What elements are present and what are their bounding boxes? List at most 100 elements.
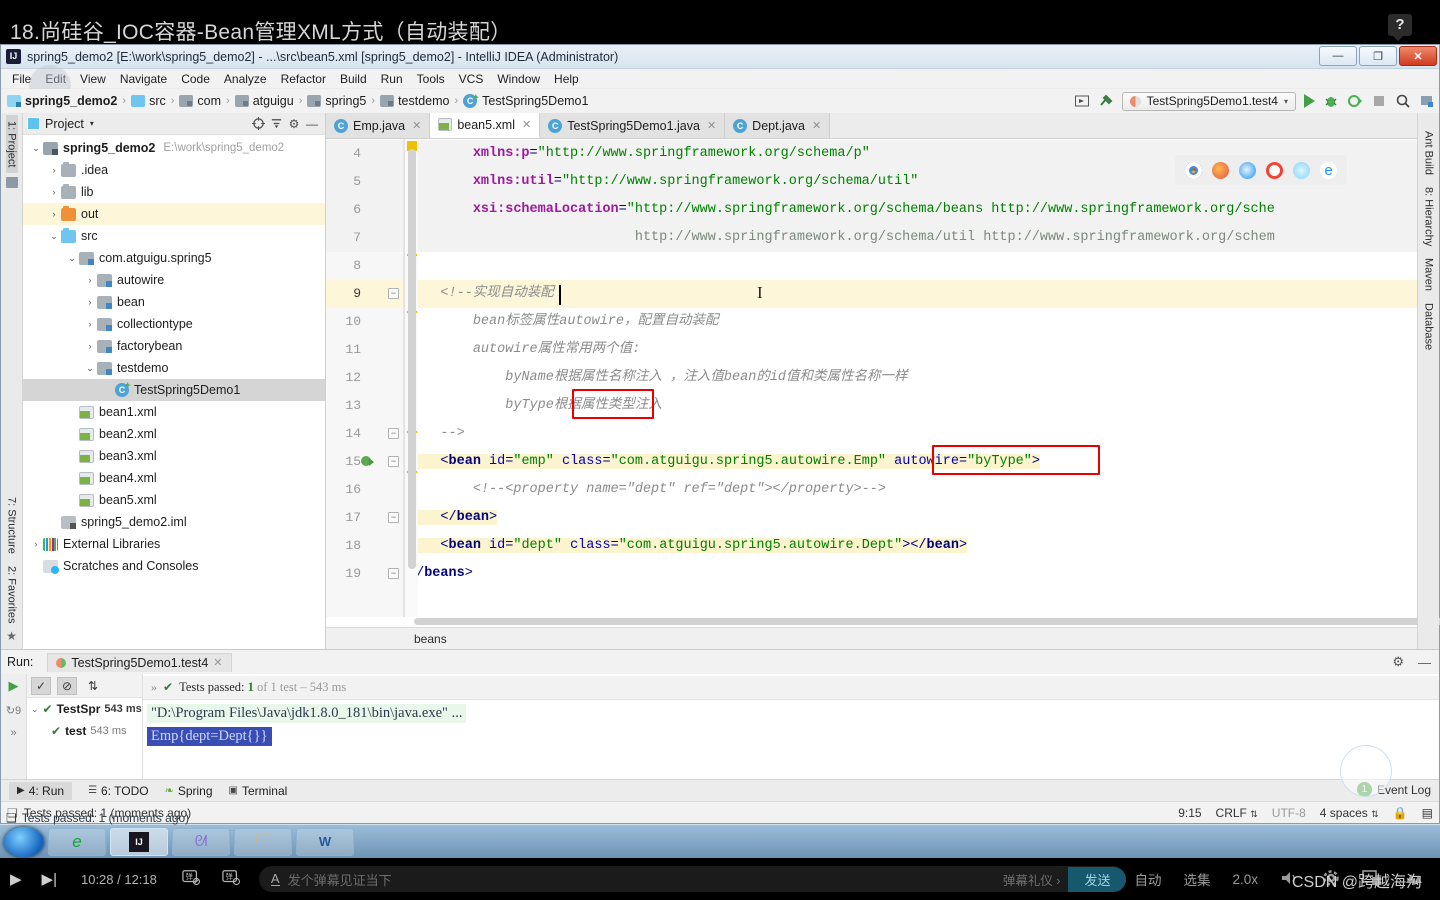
editor-breadcrumb[interactable]: beans [326, 627, 1417, 649]
breadcrumb-atguigu[interactable]: atguigu [234, 94, 294, 108]
tree-node-external-libraries[interactable]: › External Libraries [23, 533, 325, 555]
danmaku-settings-icon[interactable]: 弹 [211, 868, 251, 890]
close-icon[interactable]: ✕ [522, 118, 531, 131]
chevron-down-icon[interactable]: ▾ [90, 119, 94, 128]
collapse-arrow-icon[interactable]: › [47, 209, 61, 219]
danmaku-off-icon[interactable]: 弹 [171, 868, 211, 890]
breadcrumb-testdemo[interactable]: testdemo [380, 94, 449, 108]
close-icon[interactable]: ✕ [812, 119, 821, 132]
menu-run[interactable]: Run [374, 71, 410, 87]
tree-node-src[interactable]: ⌄ src [23, 225, 325, 247]
sort-alphabetically-icon[interactable]: ⇅ [83, 677, 103, 695]
font-style-icon[interactable]: A [270, 872, 280, 886]
more-icon[interactable]: » [151, 680, 157, 695]
code-fold-toggle[interactable]: − [388, 428, 399, 439]
tree-node-autowire[interactable]: › autowire [23, 269, 325, 291]
tab-todo[interactable]: ☰ 6: TODO [88, 784, 149, 798]
menu-build[interactable]: Build [333, 71, 374, 87]
menu-view[interactable]: View [73, 71, 113, 87]
sidebar-item-maven[interactable]: Maven [1423, 252, 1435, 297]
menu-tools[interactable]: Tools [410, 71, 452, 87]
tree-node-testdemo[interactable]: ⌄ testdemo [23, 357, 325, 379]
collapse-arrow-icon[interactable]: › [47, 187, 61, 197]
browser-launcher-popup[interactable]: e [1175, 155, 1347, 185]
menu-window[interactable]: Window [490, 71, 547, 87]
close-icon[interactable]: ✕ [412, 119, 421, 132]
ie-icon[interactable]: e [1320, 161, 1337, 179]
play-pause-button[interactable]: ▶ [0, 870, 32, 888]
collapse-arrow-icon[interactable]: › [83, 341, 97, 351]
sidebar-item-structure[interactable]: 7: Structure [6, 491, 18, 560]
taskbar-word-button[interactable]: W [296, 827, 354, 856]
more-actions-icon[interactable]: » [10, 727, 16, 739]
maximize-button[interactable]: ❐ [1359, 46, 1397, 66]
taskbar-intellij-button[interactable]: IJ [110, 827, 168, 856]
close-button[interactable]: ✕ [1399, 46, 1437, 66]
tree-node-lib[interactable]: › lib [23, 181, 325, 203]
collapse-all-icon[interactable] [267, 116, 285, 132]
collapse-arrow-icon[interactable]: › [83, 297, 97, 307]
next-episode-button[interactable]: ▶| [32, 870, 67, 888]
line-separator[interactable]: CRLF ⇅ [1216, 806, 1258, 820]
test-results-tree[interactable]: ✓ ⊘ ⇅ ⌄ ✔ TestSpr 543 ms ✔ test 543 ms [27, 674, 143, 779]
hide-ignored-toggle[interactable]: ⊘ [57, 676, 77, 695]
tree-node--idea[interactable]: › .idea [23, 159, 325, 181]
tree-node-com-atguigu-spring5[interactable]: ⌄ com.atguigu.spring5 [23, 247, 325, 269]
run-configuration-selector[interactable]: TestSpring5Demo1.test4 ▾ [1121, 91, 1296, 111]
menu-refactor[interactable]: Refactor [274, 71, 333, 87]
breadcrumb-com[interactable]: com [179, 94, 221, 108]
code-content[interactable]: xmlns:p="http://www.springframework.org/… [404, 139, 1417, 617]
test-tree-row[interactable]: ✔ test 543 ms [27, 720, 142, 742]
tree-node-bean4-xml[interactable]: bean4.xml [23, 467, 325, 489]
danmaku-etiquette-link[interactable]: 弹幕礼仪 › [1003, 870, 1061, 889]
error-stripe-gutter[interactable] [404, 139, 418, 617]
chevron-down-icon[interactable]: ⌄ [31, 704, 39, 715]
tab-spring[interactable]: ❧ Spring [165, 784, 213, 798]
run-console[interactable]: » ✔ Tests passed: 1 of 1 test – 543 ms "… [143, 674, 1439, 779]
tree-node-collectiontype[interactable]: › collectiontype [23, 313, 325, 335]
spring-bean-gutter-icon[interactable] [360, 454, 376, 470]
editor-tab-bean5-xml[interactable]: bean5.xml ✕ [430, 113, 541, 138]
safari-icon[interactable] [1239, 161, 1256, 179]
rerun-failed-icon[interactable]: ↻9 [6, 704, 21, 717]
debug-bug-icon[interactable] [1323, 93, 1339, 109]
menu-help[interactable]: Help [547, 71, 586, 87]
hide-panel-icon[interactable]: — [1418, 655, 1431, 670]
horizontal-scrollbar-area[interactable] [326, 617, 1440, 627]
collapse-arrow-icon[interactable]: › [83, 319, 97, 329]
tree-node-spring5-demo2[interactable]: ⌄ spring5_demo2 E:\work\spring5_demo2 [23, 137, 325, 159]
opera-icon[interactable] [1266, 161, 1283, 179]
settings-gear-icon[interactable]: ⚙ [1392, 654, 1404, 670]
indent-setting[interactable]: 4 spaces ⇅ [1320, 806, 1379, 820]
taskbar-explorer-button[interactable]: 🗀 [234, 827, 292, 856]
collapse-arrow-icon[interactable]: › [47, 165, 61, 175]
minimize-button[interactable]: — [1319, 46, 1357, 66]
open-in-terminal-icon[interactable] [1074, 93, 1090, 109]
episode-list-button[interactable]: 选集 [1183, 869, 1210, 889]
close-icon[interactable]: ✕ [707, 119, 716, 132]
code-fold-toggle[interactable]: − [388, 456, 399, 467]
tree-node-scratches-and-consoles[interactable]: Scratches and Consoles [23, 555, 325, 577]
code-fold-toggle[interactable]: − [388, 568, 399, 579]
menu-code[interactable]: Code [174, 71, 217, 87]
search-icon[interactable] [1395, 93, 1411, 109]
settings-gear-icon[interactable]: ⚙ [285, 116, 303, 132]
menu-navigate[interactable]: Navigate [113, 71, 174, 87]
scroll-from-source-icon[interactable] [249, 116, 267, 132]
project-structure-icon[interactable] [1419, 93, 1435, 109]
sidebar-item-favorites[interactable]: 2: Favorites [6, 560, 18, 629]
vertical-scrollbar[interactable] [408, 149, 416, 569]
tab-run[interactable]: ▶ 4: Run [9, 781, 73, 800]
tree-node-bean2-xml[interactable]: bean2.xml [23, 423, 325, 445]
tree-node-spring5-demo2-iml[interactable]: spring5_demo2.iml [23, 511, 325, 533]
breadcrumb-testclass[interactable]: C ✦ TestSpring5Demo1 [463, 93, 588, 108]
expand-arrow-icon[interactable]: ⌄ [65, 253, 79, 264]
danmaku-send-button[interactable]: 发送 [1068, 866, 1127, 892]
run-tab[interactable]: TestSpring5Demo1.test4 ✕ [47, 652, 232, 672]
sidebar-item-database[interactable]: Database [1423, 297, 1435, 356]
tree-node-factorybean[interactable]: › factorybean [23, 335, 325, 357]
run-button[interactable] [1304, 94, 1315, 108]
taskbar-ie-button[interactable]: e [48, 827, 106, 856]
floating-play-widget[interactable] [1340, 745, 1392, 797]
project-tree[interactable]: ⌄ spring5_demo2 E:\work\spring5_demo2 › .ide… [23, 135, 325, 649]
